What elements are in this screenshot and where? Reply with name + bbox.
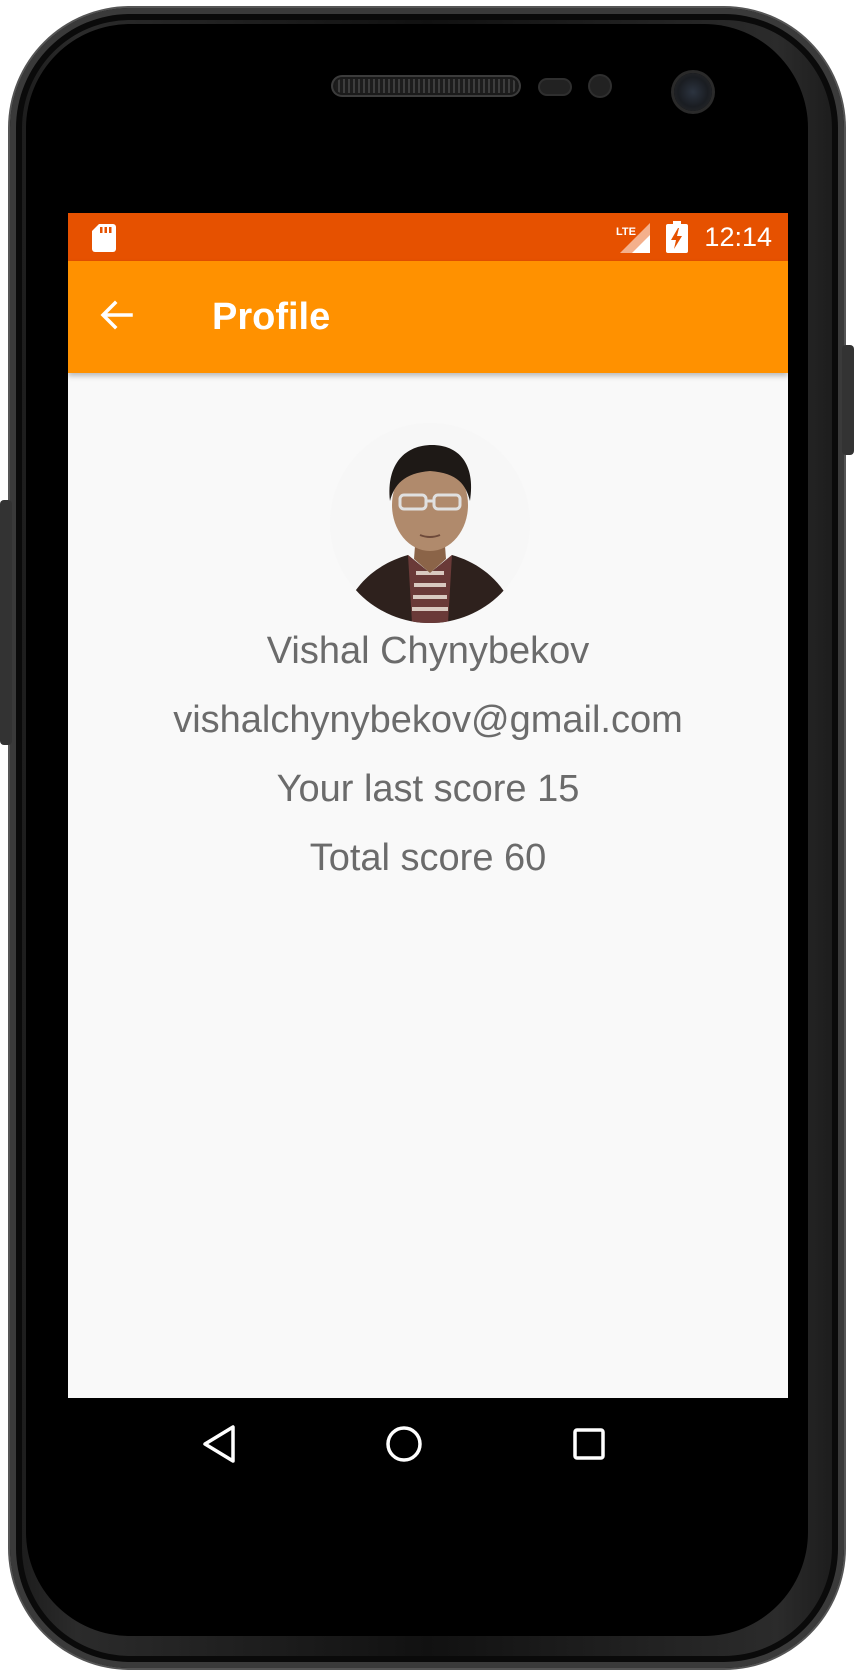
nav-recents-button[interactable] [559, 1418, 619, 1474]
nav-home-button[interactable] [374, 1418, 434, 1474]
page-title: Profile [212, 296, 331, 338]
status-bar: LTE 12:14 [68, 213, 788, 261]
lte-label: LTE [616, 226, 636, 238]
screen: LTE 12:14 Profile Vishal Chynybekov vish… [68, 213, 788, 1493]
app-bar: Profile [68, 261, 788, 373]
profile-photo [330, 423, 530, 623]
front-camera [674, 73, 712, 111]
nav-back-button[interactable] [189, 1418, 249, 1474]
lte-signal-icon: LTE [616, 223, 650, 253]
proximity-sensor [540, 80, 570, 94]
earpiece-speaker [333, 77, 519, 95]
light-sensor [590, 76, 610, 96]
status-clock: 12:14 [704, 222, 772, 252]
profile-avatar [330, 423, 530, 623]
battery-charging-icon [666, 221, 688, 253]
volume-button [0, 500, 12, 745]
last-score: Your last score 15 [276, 768, 580, 810]
sd-card-icon [92, 224, 116, 252]
back-button[interactable] [88, 289, 144, 345]
power-button [842, 345, 854, 455]
arrow-back-icon [98, 297, 134, 337]
recents-square-icon [571, 1426, 607, 1466]
total-score: Total score 60 [309, 837, 547, 879]
navigation-bar [68, 1398, 788, 1493]
home-circle-icon [384, 1424, 424, 1468]
profile-email: vishalchynybekov@gmail.com [173, 699, 683, 741]
phone-frame: LTE 12:14 Profile Vishal Chynybekov vish… [0, 0, 856, 1676]
back-triangle-icon [201, 1424, 237, 1468]
profile-name: Vishal Chynybekov [266, 630, 590, 672]
